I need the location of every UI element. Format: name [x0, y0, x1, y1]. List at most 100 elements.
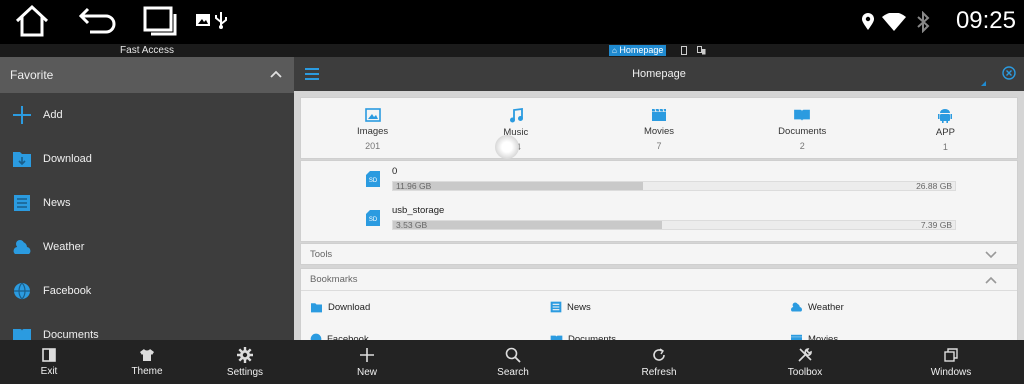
toolbox-label: Toolbox: [787, 366, 823, 378]
favorite-header[interactable]: Favorite: [0, 57, 294, 93]
bookmark-label: Weather: [808, 301, 844, 313]
exit-button[interactable]: Exit: [0, 340, 98, 384]
category-movies[interactable]: Movies 7: [587, 98, 730, 158]
storage-row-internal[interactable]: SD 0 11.96 GB 26.88 GB: [301, 161, 1019, 199]
bluetooth-icon: [917, 11, 930, 33]
close-icon[interactable]: [1002, 66, 1016, 80]
home-icon[interactable]: [14, 4, 50, 38]
file-browser-panel: ⌂ Homepage Homepage Images 201 Music 24 …: [294, 44, 1024, 384]
phone-icon[interactable]: [681, 46, 687, 55]
back-icon[interactable]: [78, 4, 118, 38]
main-toolbar: New Search Refresh Toolbox Windows: [294, 340, 1024, 384]
tab-homepage[interactable]: ⌂ Homepage: [609, 45, 667, 56]
exit-icon: [42, 347, 56, 362]
news-icon: [550, 301, 562, 313]
exit-label: Exit: [40, 365, 58, 377]
bookmark-news[interactable]: News: [550, 299, 591, 315]
image-icon: [196, 14, 210, 26]
plus-icon: [360, 347, 374, 362]
tools-label: Tools: [310, 249, 333, 260]
toolbox-button[interactable]: Toolbox: [732, 340, 878, 384]
settings-button[interactable]: Settings: [196, 340, 294, 384]
weather-icon: [791, 302, 802, 312]
usb-icon: [215, 12, 227, 29]
title-bar: Homepage: [294, 57, 1024, 91]
bookmark-download[interactable]: Download: [310, 299, 370, 315]
recent-apps-icon[interactable]: [142, 4, 180, 38]
download-folder-icon: [13, 152, 31, 167]
news-icon: [14, 195, 30, 211]
bookmark-label: Download: [328, 301, 371, 313]
sd-card-icon: SD: [366, 210, 380, 226]
favorite-item-label: Download: [43, 153, 92, 165]
window-tabs: ⌂ Homepage: [294, 44, 1024, 57]
globe-icon: [14, 282, 30, 300]
clock: 09:25: [955, 7, 1016, 34]
storage-row-usb[interactable]: SD usb_storage 3.53 GB 7.39 GB: [301, 200, 1019, 238]
bookmark-weather[interactable]: Weather: [790, 299, 844, 315]
bookmarks-label: Bookmarks: [310, 274, 358, 285]
chevron-up-icon[interactable]: [985, 276, 997, 284]
wifi-icon: [882, 13, 906, 31]
category-label: APP: [935, 127, 955, 138]
svg-text:SD: SD: [369, 217, 378, 223]
category-count: 201: [365, 141, 381, 151]
menu-icon[interactable]: [305, 68, 319, 80]
storage-used: 11.96 GB: [396, 181, 432, 191]
home-small-icon: ⌂: [612, 46, 617, 55]
search-button[interactable]: Search: [440, 340, 586, 384]
chevron-down-icon[interactable]: [985, 251, 997, 259]
film-icon: [652, 108, 666, 121]
storage-usage-bar: 3.53 GB 7.39 GB: [392, 220, 956, 230]
favorite-item-label: News: [43, 197, 71, 209]
storage-card: SD 0 11.96 GB 26.88 GB SD usb_storage 3.…: [300, 160, 1018, 242]
gear-icon: [237, 346, 253, 363]
chevron-up-icon[interactable]: [270, 70, 282, 78]
bookmarks-header[interactable]: Bookmarks: [301, 269, 1017, 291]
favorite-item-facebook[interactable]: Facebook: [0, 269, 294, 313]
categories-card: Images 201 Music 24 Movies 7 Documents 2…: [300, 97, 1018, 159]
settings-label: Settings: [226, 366, 264, 378]
fast-access-header: Fast Access: [0, 44, 294, 57]
favorite-item-add[interactable]: Add: [0, 93, 294, 137]
tab-homepage-label: Homepage: [619, 45, 664, 55]
weather-icon: [13, 240, 31, 254]
new-button[interactable]: New: [294, 340, 440, 384]
favorite-item-news[interactable]: News: [0, 181, 294, 225]
theme-button[interactable]: Theme: [98, 340, 196, 384]
devices-icon[interactable]: [697, 46, 706, 55]
refresh-button[interactable]: Refresh: [586, 340, 732, 384]
android-icon: [938, 109, 953, 123]
windows-button[interactable]: Windows: [878, 340, 1024, 384]
storage-name: 0: [392, 166, 398, 177]
category-images[interactable]: Images 201: [301, 98, 444, 158]
favorite-item-download[interactable]: Download: [0, 137, 294, 181]
category-label: Movies: [643, 126, 675, 137]
category-documents[interactable]: Documents 2: [731, 98, 874, 158]
download-folder-icon: [311, 302, 322, 312]
category-count: 1: [942, 142, 948, 152]
category-label: Documents: [778, 126, 827, 137]
refresh-icon: [653, 347, 665, 361]
new-label: New: [356, 366, 377, 378]
left-toolbar: Exit Theme Settings: [0, 340, 294, 384]
plus-icon: [13, 106, 31, 124]
category-app[interactable]: APP 1: [874, 98, 1017, 158]
bookmark-label: News: [567, 301, 591, 313]
shirt-icon: [140, 348, 154, 361]
search-label: Search: [497, 366, 529, 378]
refresh-label: Refresh: [641, 366, 677, 378]
tools-section[interactable]: Tools: [300, 243, 1018, 265]
svg-text:SD: SD: [369, 178, 378, 184]
music-icon: [509, 108, 523, 123]
category-label: Images: [357, 126, 389, 137]
status-bar: 09:25: [0, 0, 1024, 44]
storage-usage-bar: 11.96 GB 26.88 GB: [392, 181, 956, 191]
corner-indicator: [981, 81, 986, 86]
favorite-item-weather[interactable]: Weather: [0, 225, 294, 269]
windows-label: Windows: [930, 366, 972, 378]
theme-label: Theme: [131, 365, 163, 377]
storage-name: usb_storage: [392, 205, 445, 216]
search-icon: [505, 347, 521, 363]
image-icon: [364, 108, 381, 122]
